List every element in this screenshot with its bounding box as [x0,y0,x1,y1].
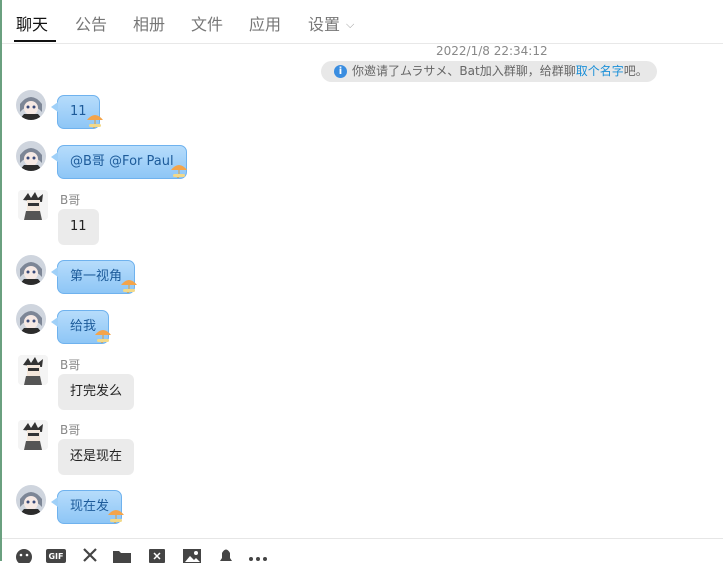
avatar[interactable] [16,141,46,171]
chat-message-area[interactable]: 2022/1/8 22:34:12 i 你邀请了ムラサメ、Bat加入群聊，给群聊… [2,44,723,538]
message-bubble[interactable]: 11 [58,209,99,245]
avatar[interactable] [18,190,48,220]
tab-chat[interactable]: 聊天 [16,11,48,35]
sender-name: B哥 [60,193,81,207]
umbrella-icon [108,510,124,523]
avatar[interactable] [18,355,48,385]
tab-announcements[interactable]: 公告 [75,11,107,35]
avatar[interactable] [16,485,46,515]
name-group-link[interactable]: 取个名字 [576,64,624,78]
umbrella-icon [121,280,137,293]
tab-bar: 聊天 公告 相册 文件 应用 设置 ⌵ [2,0,723,44]
message-bubble[interactable]: @B哥 @For Paul [51,145,187,179]
svg-text:GIF: GIF [48,552,63,561]
avatar[interactable] [16,304,46,334]
avatar[interactable] [16,255,46,285]
message-bubble[interactable]: 打完发么 [58,374,135,410]
tab-apps[interactable]: 应用 [249,11,281,35]
tab-settings-label: 设置 [308,15,341,34]
tab-album[interactable]: 相册 [133,11,165,35]
chevron-down-icon: ⌵ [346,18,355,31]
sender-name: B哥 [60,423,81,437]
sender-name: B哥 [60,358,81,372]
system-notice: i 你邀请了ムラサメ、Bat加入群聊，给群聊取个名字吧。 [321,61,657,82]
avatar[interactable] [18,420,48,450]
avatar[interactable] [16,90,46,120]
tab-settings[interactable]: 设置 ⌵ [308,11,354,35]
input-toolbar: GIF [2,538,723,563]
system-notice-suffix: 吧。 [623,64,648,78]
umbrella-icon [87,115,103,128]
message-bubble[interactable]: 还是现在 [58,439,135,475]
system-notice-text: 你邀请了ムラサメ、Bat加入群聊，给群聊 [352,64,576,78]
tab-files[interactable]: 文件 [191,11,223,35]
info-icon: i [334,65,347,78]
active-tab-indicator [14,40,56,42]
umbrella-icon [95,330,111,343]
message-timestamp: 2022/1/8 22:34:12 [436,44,548,58]
umbrella-icon [171,165,187,178]
